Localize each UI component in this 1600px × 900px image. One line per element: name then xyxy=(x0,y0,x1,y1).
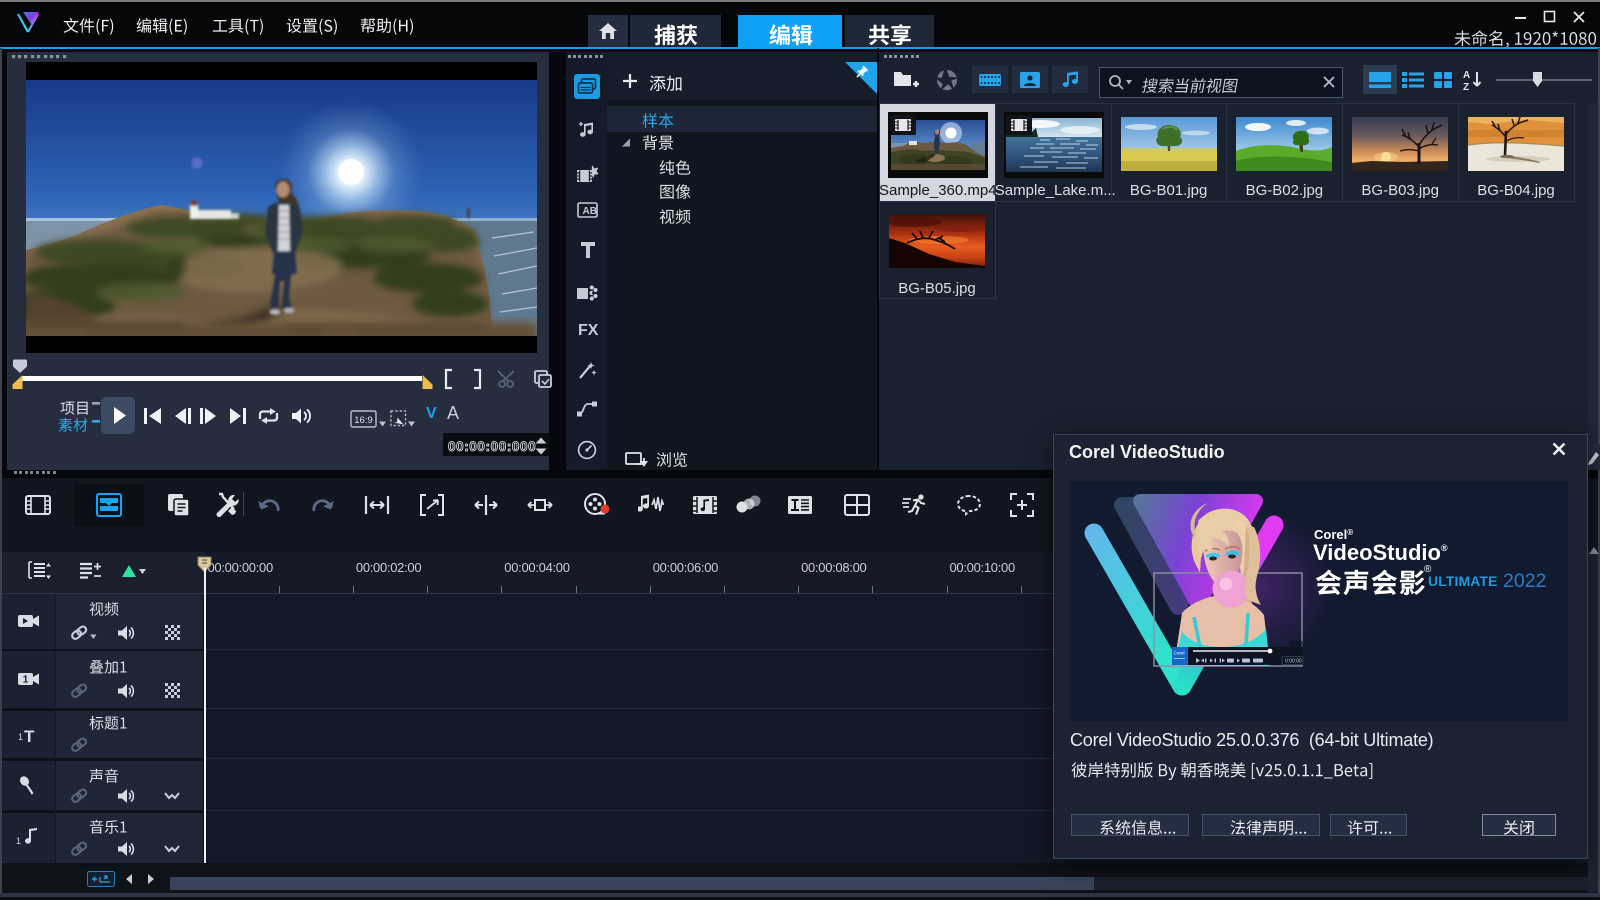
svg-text:2022: 2022 xyxy=(1503,570,1546,592)
svg-text:A: A xyxy=(1463,70,1470,81)
svg-text:T: T xyxy=(24,727,35,745)
svg-text:Corel: Corel xyxy=(1174,651,1185,656)
svg-text:16:9: 16:9 xyxy=(354,415,373,426)
svg-text:AB: AB xyxy=(583,206,597,217)
svg-text:ULTIMATE: ULTIMATE xyxy=(1428,573,1498,589)
svg-text:1: 1 xyxy=(23,675,29,686)
svg-text:1: 1 xyxy=(18,732,23,742)
svg-text:0:00:00: 0:00:00 xyxy=(1285,659,1302,665)
svg-text:Z: Z xyxy=(1463,82,1469,92)
svg-text:1: 1 xyxy=(16,836,21,846)
